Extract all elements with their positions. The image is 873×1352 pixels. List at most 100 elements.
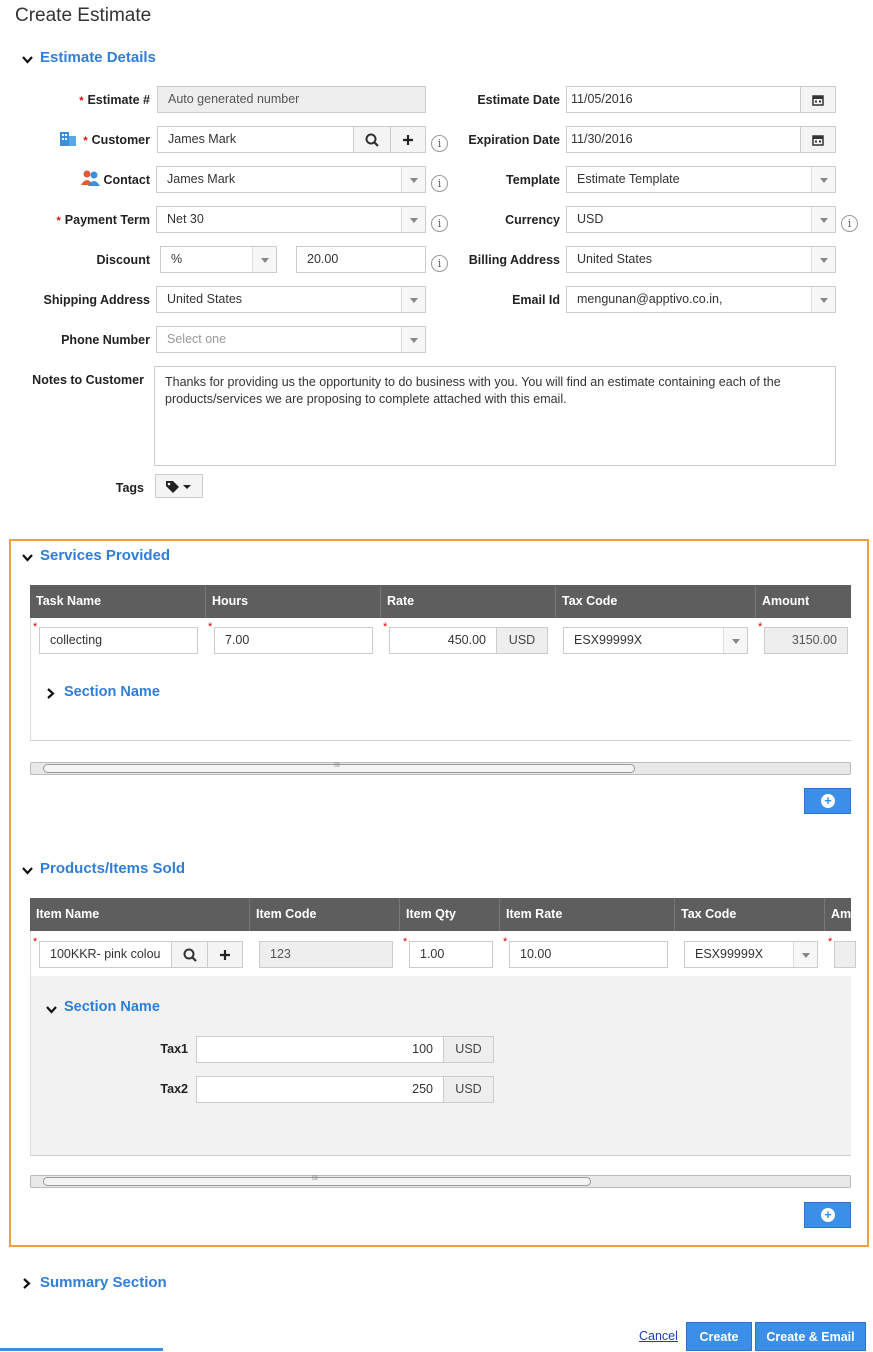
col-amount: Am	[831, 907, 851, 921]
tax1-input[interactable]: 100	[196, 1036, 444, 1063]
item-section-name[interactable]: Section Name	[64, 999, 160, 1015]
chevron-down-icon[interactable]	[21, 552, 34, 564]
section-summary[interactable]: Summary Section	[40, 1274, 167, 1291]
item-qty-input[interactable]: 1.00	[409, 941, 493, 968]
tax2-input[interactable]: 250	[196, 1076, 444, 1103]
col-tax-code: Tax Code	[675, 898, 825, 931]
products-scrollbar[interactable]: III	[30, 1175, 851, 1188]
template-label: Template	[506, 173, 560, 187]
template-value: Estimate Template	[577, 172, 680, 186]
discount-value-input[interactable]: 20.00	[296, 246, 426, 273]
template-select[interactable]: Estimate Template	[566, 166, 836, 193]
page-title: Create Estimate	[15, 5, 152, 26]
tax1-label: Tax1	[160, 1042, 188, 1056]
plus-icon	[220, 949, 230, 960]
item-search-button[interactable]	[171, 941, 208, 968]
scroll-grip: III	[334, 762, 340, 769]
contact-select[interactable]: James Mark	[156, 166, 426, 193]
task-name-input[interactable]: collecting	[39, 627, 198, 654]
customer-search-button[interactable]	[353, 126, 391, 153]
required-marker: *	[403, 936, 408, 948]
currency-select[interactable]: USD	[566, 206, 836, 233]
email-id-label: Email Id	[512, 293, 560, 307]
chevron-down-icon	[811, 287, 835, 312]
payment-term-value: Net 30	[167, 212, 204, 226]
chevron-right-icon[interactable]	[21, 1277, 33, 1290]
rate-currency: USD	[496, 627, 548, 654]
estimate-date-picker-button[interactable]	[800, 86, 836, 113]
estimate-date-input[interactable]: 11/05/2016	[566, 86, 801, 113]
products-header: Item Name Item Code Item Qty Item Rate T…	[30, 898, 851, 931]
services-header: Task Name Hours Rate Tax Code Amount	[30, 585, 851, 618]
chevron-down-icon	[401, 287, 425, 312]
email-id-select[interactable]: mengunan@apptivo.co.in,	[566, 286, 836, 313]
item-name-input[interactable]: 100KKR- pink colou	[39, 941, 172, 968]
billing-address-value: United States	[577, 252, 653, 266]
tag-icon	[166, 481, 191, 493]
chevron-down-icon[interactable]	[21, 865, 34, 877]
col-rate: Rate	[381, 585, 556, 618]
col-item-code: Item Code	[250, 898, 400, 931]
scroll-thumb[interactable]: III	[43, 1175, 591, 1186]
services-scrollbar[interactable]: III	[30, 762, 851, 775]
phone-number-select[interactable]: Select one	[156, 326, 426, 353]
customer-add-button[interactable]	[390, 126, 426, 153]
required-marker: *	[758, 621, 763, 633]
scroll-grip: III	[312, 1175, 318, 1182]
tags-dropdown-button[interactable]	[155, 474, 203, 498]
tags-label: Tags	[115, 481, 144, 495]
chevron-down-icon	[401, 207, 425, 232]
hours-input[interactable]: 7.00	[214, 627, 373, 654]
required-marker: *	[383, 621, 388, 633]
required-marker: *	[503, 936, 508, 948]
section-services-provided[interactable]: Services Provided	[40, 547, 170, 564]
scroll-thumb[interactable]: III	[43, 762, 635, 773]
services-section-name[interactable]: Section Name	[64, 684, 160, 700]
item-tax-code-select[interactable]: ESX99999X	[684, 941, 818, 968]
section-products-items-sold[interactable]: Products/Items Sold	[40, 860, 185, 877]
notes-textarea[interactable]: Thanks for providing us the opportunity …	[154, 366, 836, 466]
expiration-date-picker-button[interactable]	[800, 126, 836, 153]
currency-label: Currency	[505, 213, 560, 227]
service-tax-code-value: ESX99999X	[574, 633, 643, 647]
section-estimate-details[interactable]: Estimate Details	[40, 49, 156, 66]
chevron-down-icon	[811, 207, 835, 232]
chevron-down-icon[interactable]	[21, 54, 34, 66]
shipping-address-select[interactable]: United States	[156, 286, 426, 313]
expiration-date-input[interactable]: 11/30/2016	[566, 126, 801, 153]
calendar-icon	[812, 94, 824, 106]
col-amount: Amount	[762, 594, 810, 608]
cancel-link[interactable]: Cancel	[639, 1329, 678, 1343]
currency-value: USD	[577, 212, 604, 226]
item-tax-code-value: ESX99999X	[695, 947, 764, 961]
search-icon	[365, 133, 379, 147]
add-product-button[interactable]	[804, 1202, 851, 1228]
item-rate-input[interactable]: 10.00	[509, 941, 668, 968]
shipping-address-value: United States	[167, 292, 243, 306]
item-code-field: 123	[259, 941, 393, 968]
currency-info-icon[interactable]: i	[841, 215, 858, 232]
col-item-name: Item Name	[30, 898, 250, 931]
add-service-button[interactable]	[804, 788, 851, 814]
discount-label: Discount	[96, 253, 150, 267]
col-item-qty: Item Qty	[400, 898, 500, 931]
create-and-email-button[interactable]: Create & Email	[755, 1322, 866, 1351]
chevron-right-icon[interactable]	[45, 687, 57, 700]
search-icon	[183, 948, 197, 962]
payment-term-select[interactable]: Net 30	[156, 206, 426, 233]
required-marker: *	[828, 936, 833, 948]
plus-icon	[403, 134, 413, 145]
customer-input[interactable]: James Mark	[157, 126, 354, 153]
service-tax-code-select[interactable]: ESX99999X	[563, 627, 748, 654]
create-button[interactable]: Create	[686, 1322, 752, 1351]
item-add-button[interactable]	[207, 941, 243, 968]
estimate-number-label: * Estimate #	[79, 93, 150, 107]
chevron-down-icon	[723, 628, 747, 653]
chevron-down-icon[interactable]	[45, 1004, 58, 1016]
rate-input[interactable]: 450.00	[389, 627, 497, 654]
discount-type-select[interactable]: %	[160, 246, 277, 273]
chevron-down-icon	[401, 167, 425, 192]
building-icon	[60, 132, 76, 146]
billing-address-select[interactable]: United States	[566, 246, 836, 273]
phone-number-label: Phone Number	[61, 333, 150, 347]
